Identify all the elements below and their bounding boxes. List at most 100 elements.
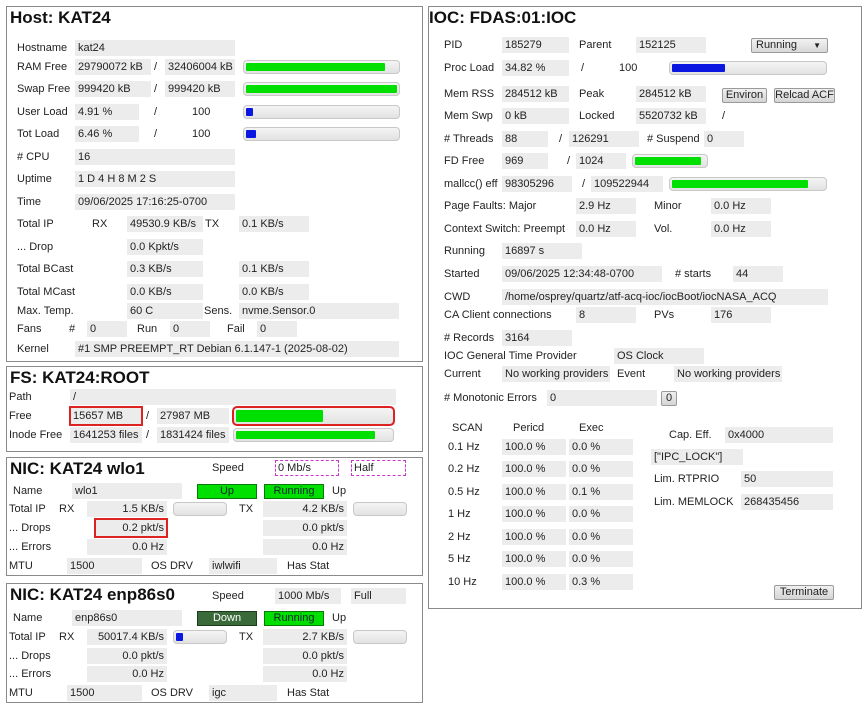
nic-wlo1-panel: NIC: KAT24 wlo1 Speed 0 Mb/s Half Name w…	[6, 457, 423, 576]
total-ip-rx-label: RX	[92, 218, 108, 230]
ram-sep: /	[154, 61, 158, 73]
nic-wlo1-speed-label: Speed	[212, 462, 244, 474]
cap-eff-label: Cap. Eff.	[669, 429, 712, 441]
fd-sep: /	[567, 155, 571, 167]
fs-title: FS: KAT24:ROOT	[10, 368, 150, 387]
parent-label: Parent	[579, 39, 612, 51]
nic-enp86s0-speed-value: 1000 Mb/s	[275, 588, 341, 604]
ioc-status-select[interactable]: Running ▼	[751, 38, 828, 53]
records-label: # Records	[444, 332, 495, 344]
ca-clients-value: 8	[576, 307, 636, 323]
context-switch-preempt: 0.0 Hz	[576, 221, 636, 237]
fs-inode-value: 1641253 files	[70, 427, 142, 443]
chevron-down-icon: ▼	[813, 41, 821, 50]
time-provider-label: IOC General Time Provider	[444, 350, 577, 362]
starts-label: # starts	[675, 268, 712, 280]
drop-value: 0.0 Kpkt/s	[127, 239, 203, 255]
nic-wlo1-errors-rx: 0.0 Hz	[87, 539, 167, 555]
monotonic-errors-value: 0	[547, 390, 657, 406]
nic-enp86s0-osdrv-label: OS DRV	[151, 687, 193, 699]
bar-fill	[176, 633, 183, 641]
bar-fill	[672, 180, 809, 188]
uptime-value: 1 D 4 H 8 M 2 S	[75, 171, 235, 187]
fd-free-bar	[632, 154, 708, 168]
user-load-label: User Load	[17, 106, 68, 118]
threads-value: 88	[502, 131, 548, 147]
tot-load-sep: /	[154, 128, 158, 140]
nic-enp86s0-up-label: Up	[332, 612, 347, 624]
ioc-status-value: Running	[756, 39, 797, 51]
fs-free-value: 15657 MB	[69, 406, 143, 426]
total-ip-tx-label: TX	[205, 218, 220, 230]
fs-path-label: Path	[9, 391, 32, 403]
nic-wlo1-errors-tx: 0.0 Hz	[263, 539, 347, 555]
user-load-value: 4.91 %	[75, 104, 139, 120]
nic-enp86s0-mtu-label: MTU	[9, 687, 33, 699]
nic-enp86s0-title: NIC: KAT24 enp86s0	[10, 585, 176, 604]
scan-exec: 0.0 %	[569, 439, 633, 455]
bar-fill	[246, 85, 397, 93]
nic-wlo1-rx-value: 1.5 KB/s	[87, 501, 167, 517]
page-faults-minor-label: Minor	[654, 200, 682, 212]
locked-value: 5520732 kB	[636, 108, 706, 124]
nic-enp86s0-osdrv-value: igc	[209, 685, 277, 701]
reload-acf-button[interactable]: Relcad ACF	[774, 88, 835, 103]
nic-wlo1-osdrv-label: OS DRV	[151, 560, 193, 572]
mem-rss-value: 284512 kB	[502, 86, 569, 102]
scan-rate: 10 Hz	[448, 576, 477, 588]
environ-button[interactable]: Environ	[722, 88, 767, 103]
terminate-button[interactable]: Terminate	[774, 585, 834, 600]
fans-label: Fans	[17, 323, 42, 335]
starts-value: 44	[733, 266, 783, 282]
nic-enp86s0-errors-rx: 0.0 Hz	[87, 666, 167, 682]
nic-wlo1-tx-value: 4.2 KB/s	[263, 501, 347, 517]
scan-rate: 2 Hz	[448, 531, 471, 543]
host-panel: Host: KAT24 Hostname kat24 RAM Free 2979…	[6, 6, 423, 362]
nic-enp86s0-rx-value: 50017.4 KB/s	[87, 629, 167, 645]
nic-enp86s0-drops-tx: 0.0 pkt/s	[263, 648, 347, 664]
fs-inode-bar	[233, 428, 394, 442]
bcast-rx-value: 0.3 KB/s	[127, 261, 203, 277]
mem-rss-label: Mem RSS	[444, 88, 495, 100]
ram-free-bar	[243, 60, 400, 74]
nic-enp86s0-speed-label: Speed	[212, 590, 244, 602]
proc-load-max: 100	[619, 62, 638, 74]
nic-enp86s0-errors-tx: 0.0 Hz	[263, 666, 347, 682]
peak-label: Peak	[579, 88, 605, 100]
time-label: Time	[17, 196, 42, 208]
scan-exec: 0.0 %	[569, 461, 633, 477]
fs-free-total: 27987 MB	[157, 408, 229, 424]
fs-free-bar	[232, 406, 395, 426]
nic-wlo1-drops-label: ... Drops	[9, 522, 51, 534]
bar-fill	[672, 64, 725, 72]
nic-wlo1-rx-bar	[173, 502, 227, 516]
max-temp-value: 60 C	[127, 303, 203, 319]
nic-enp86s0-totalip-label: Total IP	[9, 631, 46, 643]
started-label: Started	[444, 268, 480, 280]
sensor-label: Sens.	[204, 305, 233, 317]
locked-sep: /	[722, 110, 726, 122]
fans-count: 0	[87, 321, 127, 337]
swap-total-value: 999420 kB	[165, 81, 235, 97]
scan-period: 100.0 %	[502, 551, 566, 567]
nic-wlo1-title: NIC: KAT24 wlo1	[10, 459, 145, 478]
scan-rate: 0.5 Hz	[448, 486, 480, 498]
malloc-max: 109522944	[591, 176, 663, 192]
fs-free-label: Free	[9, 410, 32, 422]
user-load-sep: /	[154, 106, 158, 118]
ioc-title: IOC: FDAS:01:IOC	[429, 8, 577, 27]
fans-fail-label: Fail	[227, 323, 245, 335]
nic-wlo1-duplex-value: Half	[351, 460, 406, 476]
locked-label: Locked	[579, 110, 615, 122]
page-faults-major: 2.9 Hz	[576, 198, 636, 214]
pvs-label: PVs	[654, 309, 675, 321]
bar-fill	[635, 157, 702, 165]
monotonic-reset-button[interactable]: 0	[661, 391, 677, 406]
scan-rate: 0.2 Hz	[448, 463, 480, 475]
swap-free-label: Swap Free	[17, 83, 71, 95]
fd-max: 1024	[576, 153, 626, 169]
scan-exec: 0.0 %	[569, 551, 633, 567]
user-load-max: 100	[192, 106, 211, 118]
memlock-label: Lim. MEMLOCK	[654, 496, 734, 508]
bar-fill	[246, 63, 385, 71]
